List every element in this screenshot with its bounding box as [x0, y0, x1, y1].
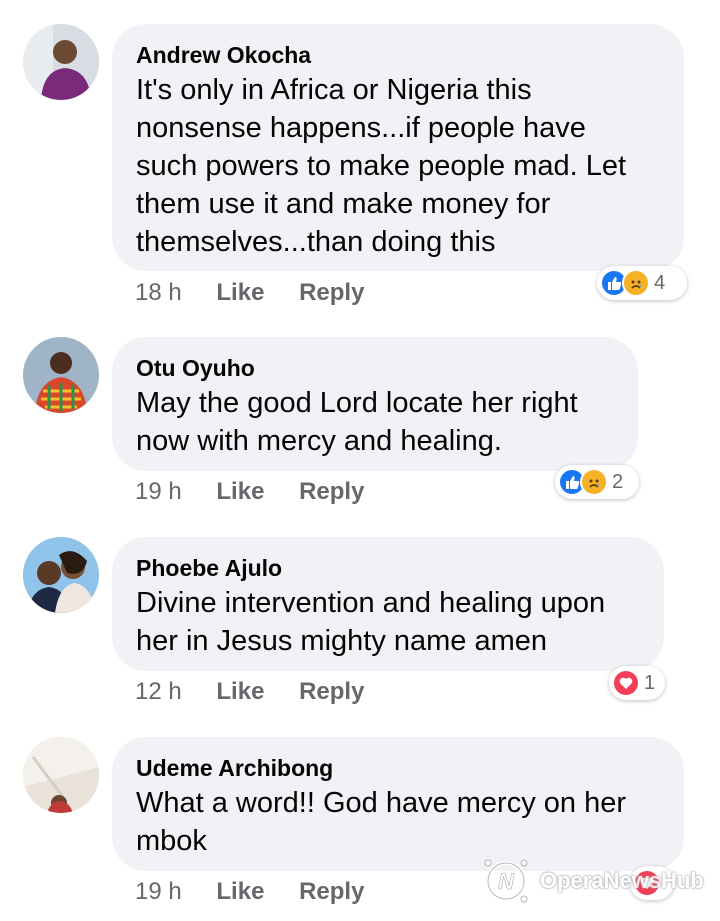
love-icon: [612, 669, 640, 697]
comment-timestamp[interactable]: 18 h: [135, 279, 182, 307]
svg-text:N: N: [498, 869, 515, 894]
operanews-logo-icon: N: [478, 851, 534, 912]
avatar[interactable]: [23, 24, 99, 100]
comment-text: It's only in Africa or Nigeria this nons…: [136, 74, 627, 258]
comment-timestamp[interactable]: 12 h: [135, 678, 182, 706]
reaction-count: 2: [612, 470, 624, 493]
reaction-summary[interactable]: 2: [555, 465, 639, 499]
comment-bubble: Phoebe Ajulo Divine intervention and hea…: [112, 537, 664, 671]
sad-icon: [622, 269, 650, 297]
comment-bubble: Otu Oyuho May the good Lord locate her r…: [112, 337, 638, 471]
reaction-count: 1: [644, 671, 656, 694]
comment-timestamp[interactable]: 19 h: [135, 878, 182, 906]
like-button[interactable]: Like: [216, 279, 264, 307]
avatar[interactable]: [23, 737, 99, 813]
comment-actions: 18 h Like Reply: [135, 279, 392, 307]
reply-button[interactable]: Reply: [299, 678, 364, 706]
watermark-text: OperaNewsHub: [540, 868, 704, 893]
comment-text: Divine intervention and healing upon her…: [136, 587, 606, 657]
comment-bubble: Andrew Okocha It's only in Africa or Nig…: [112, 24, 684, 271]
comment-text: May the good Lord locate her right now w…: [136, 387, 578, 457]
comment-author[interactable]: Andrew Okocha: [136, 41, 660, 69]
reaction-count: 4: [654, 271, 666, 294]
like-button[interactable]: Like: [216, 678, 264, 706]
reaction-summary[interactable]: 1: [609, 666, 665, 700]
sad-icon: [580, 468, 608, 496]
watermark: N OperaNewsHub: [478, 848, 718, 914]
comment-author[interactable]: Udeme Archibong: [136, 754, 660, 782]
comment-actions: 12 h Like Reply: [135, 678, 392, 706]
comment-timestamp[interactable]: 19 h: [135, 478, 182, 506]
comment-actions: 19 h Like Reply: [135, 478, 392, 506]
reply-button[interactable]: Reply: [299, 279, 364, 307]
reply-button[interactable]: Reply: [299, 878, 364, 906]
comment-actions: 19 h Like Reply: [135, 878, 392, 906]
like-button[interactable]: Like: [216, 478, 264, 506]
reply-button[interactable]: Reply: [299, 478, 364, 506]
comment-author[interactable]: Phoebe Ajulo: [136, 554, 640, 582]
like-button[interactable]: Like: [216, 878, 264, 906]
reaction-summary[interactable]: 4: [597, 266, 687, 300]
avatar[interactable]: [23, 337, 99, 413]
avatar[interactable]: [23, 537, 99, 613]
comment-author[interactable]: Otu Oyuho: [136, 354, 614, 382]
